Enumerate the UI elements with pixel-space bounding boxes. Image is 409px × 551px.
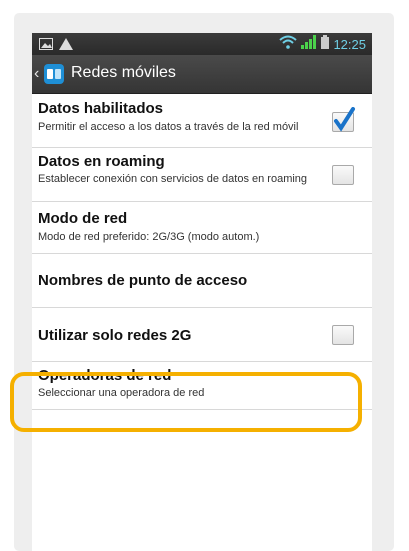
highlight-outline — [10, 372, 362, 432]
battery-icon — [321, 34, 330, 54]
signal-icon — [301, 34, 317, 54]
setting-datos-habilitados[interactable]: Datos habilitados Permitir el acceso a l… — [32, 94, 372, 148]
back-chevron-icon[interactable]: ‹ — [34, 65, 39, 83]
solo-2g-checkbox[interactable] — [332, 325, 354, 345]
action-bar: ‹ Redes móviles — [32, 55, 372, 94]
setting-summary: Permitir el acceso a los datos a través … — [38, 121, 299, 133]
page-title: Redes móviles — [71, 64, 176, 81]
settings-list: Datos habilitados Permitir el acceso a l… — [32, 94, 372, 410]
setting-datos-en-roaming[interactable]: Datos en roaming Establecer conexión con… — [32, 148, 372, 202]
warning-icon — [59, 37, 73, 51]
phone-screen: 12:25 ‹ Redes móviles Datos habilitados … — [32, 33, 372, 551]
setting-modo-de-red[interactable]: Modo de red Modo de red preferido: 2G/3G… — [32, 202, 372, 254]
status-time: 12:25 — [333, 36, 366, 52]
setting-utilizar-solo-2g[interactable]: Utilizar solo redes 2G — [32, 308, 372, 362]
datos-habilitados-checkbox[interactable] — [332, 107, 355, 132]
wifi-icon — [279, 35, 298, 54]
setting-title: Datos en roaming — [38, 153, 165, 170]
setting-title: Nombres de punto de acceso — [38, 272, 248, 289]
setting-title: Datos habilitados — [38, 100, 164, 117]
setting-title: Utilizar solo redes 2G — [38, 327, 192, 344]
check-icon — [334, 107, 355, 132]
setting-nombres-punto-acceso[interactable]: Nombres de punto de acceso — [32, 254, 372, 308]
setting-title: Modo de red — [38, 210, 128, 227]
image-icon — [39, 37, 53, 51]
datos-en-roaming-checkbox[interactable] — [332, 165, 354, 185]
network-settings-icon[interactable] — [43, 63, 65, 85]
setting-summary: Establecer conexión con servicios de dat… — [38, 173, 308, 185]
setting-summary: Modo de red preferido: 2G/3G (modo autom… — [38, 231, 260, 243]
status-bar: 12:25 — [32, 33, 372, 55]
